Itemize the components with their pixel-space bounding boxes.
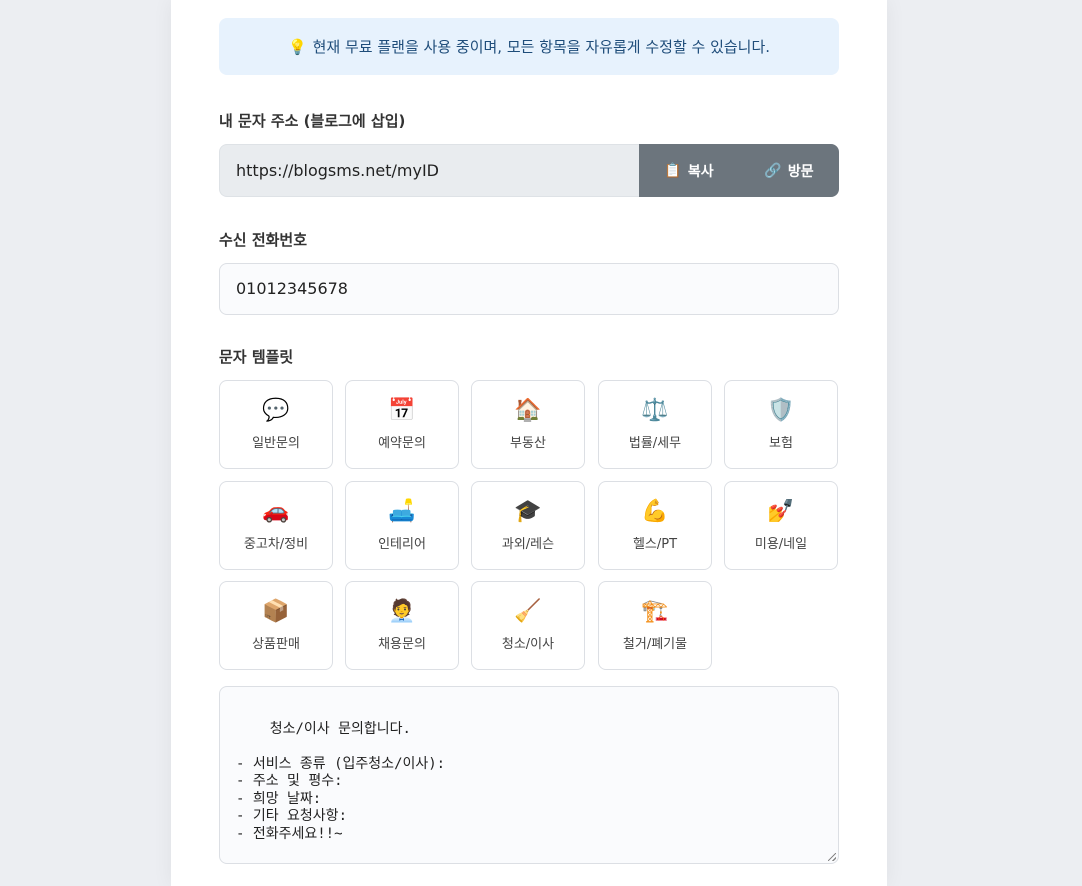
template-name: 예약문의 xyxy=(378,436,426,451)
template-tile[interactable]: ⚖️ 법률/세무 xyxy=(598,380,712,469)
template-icon: 🚗 xyxy=(262,499,290,524)
template-tile[interactable]: 💬 일반문의 xyxy=(219,380,333,469)
copy-button[interactable]: 📋 복사 xyxy=(639,144,739,197)
template-name: 미용/네일 xyxy=(754,537,808,552)
resize-handle-icon[interactable] xyxy=(828,853,836,861)
template-icon: 🛡️ xyxy=(767,398,795,423)
template-name: 법률/세무 xyxy=(628,436,682,451)
address-buttons: 📋 복사 🔗 방문 xyxy=(639,144,839,197)
template-tile[interactable]: 🏗️ 철거/폐기물 xyxy=(598,581,712,670)
template-icon: 🏠 xyxy=(514,398,542,423)
template-tile[interactable]: 💪 헬스/PT xyxy=(598,481,712,570)
template-name: 상품판매 xyxy=(252,637,300,652)
plan-notice: 💡 현재 무료 플랜을 사용 중이며, 모든 항목을 자유롭게 수정할 수 있습… xyxy=(219,18,839,75)
template-tile[interactable]: 💅 미용/네일 xyxy=(724,481,838,570)
template-tile[interactable]: 🧑‍💼 채용문의 xyxy=(345,581,459,670)
template-icon: ⚖️ xyxy=(641,398,669,423)
address-input[interactable]: https://blogsms.net/myID xyxy=(219,144,639,197)
template-icon: 📦 xyxy=(262,599,290,624)
copy-button-label: 복사 xyxy=(687,163,714,180)
template-name: 헬스/PT xyxy=(632,537,678,552)
template-name: 인테리어 xyxy=(378,537,426,552)
message-text: 청소/이사 문의합니다. - 서비스 종류 (입주청소/이사): - 주소 및 … xyxy=(236,720,446,842)
template-icon: 🛋️ xyxy=(388,499,416,524)
lightbulb-icon: 💡 xyxy=(287,37,307,56)
template-icon: 🧑‍💼 xyxy=(388,599,416,624)
link-icon: 🔗 xyxy=(764,162,782,179)
template-tile[interactable]: 📅 예약문의 xyxy=(345,380,459,469)
template-name: 채용문의 xyxy=(378,637,426,652)
template-tile[interactable]: 🏠 부동산 xyxy=(471,380,585,469)
template-icon: 🏗️ xyxy=(641,599,669,624)
phone-input[interactable]: 01012345678 xyxy=(219,263,839,315)
template-tile[interactable]: 🛋️ 인테리어 xyxy=(345,481,459,570)
template-name: 부동산 xyxy=(510,436,546,451)
template-name: 중고차/정비 xyxy=(243,537,309,552)
address-group: https://blogsms.net/myID 📋 복사 🔗 방문 xyxy=(219,144,839,197)
phone-label: 수신 전화번호 xyxy=(219,231,308,249)
template-tile[interactable]: 📦 상품판매 xyxy=(219,581,333,670)
template-icon: 💬 xyxy=(262,398,290,423)
template-name: 보험 xyxy=(769,436,793,451)
template-icon: 🎓 xyxy=(514,499,542,524)
message-textarea[interactable]: 청소/이사 문의합니다. - 서비스 종류 (입주청소/이사): - 주소 및 … xyxy=(219,686,839,864)
plan-notice-text: 현재 무료 플랜을 사용 중이며, 모든 항목을 자유롭게 수정할 수 있습니다… xyxy=(312,38,771,56)
template-name: 철거/폐기물 xyxy=(622,637,688,652)
template-icon: 💪 xyxy=(641,499,669,524)
template-tile[interactable]: 🎓 과외/레슨 xyxy=(471,481,585,570)
template-tile[interactable]: 🧹 청소/이사 xyxy=(471,581,585,670)
template-name: 청소/이사 xyxy=(501,637,555,652)
template-icon: 🧹 xyxy=(514,599,542,624)
templates-label: 문자 템플릿 xyxy=(219,348,294,366)
visit-button[interactable]: 🔗 방문 xyxy=(739,144,839,197)
template-name: 일반문의 xyxy=(252,436,300,451)
template-tile[interactable]: 🚗 중고차/정비 xyxy=(219,481,333,570)
address-label: 내 문자 주소 (블로그에 삽입) xyxy=(219,112,406,130)
template-tile[interactable]: 🛡️ 보험 xyxy=(724,380,838,469)
template-name: 과외/레슨 xyxy=(501,537,555,552)
visit-button-label: 방문 xyxy=(787,163,814,180)
form-panel: 💡 현재 무료 플랜을 사용 중이며, 모든 항목을 자유롭게 수정할 수 있습… xyxy=(171,0,887,886)
clipboard-icon: 📋 xyxy=(664,162,682,179)
template-icon: 📅 xyxy=(388,398,416,423)
template-icon: 💅 xyxy=(767,499,795,524)
